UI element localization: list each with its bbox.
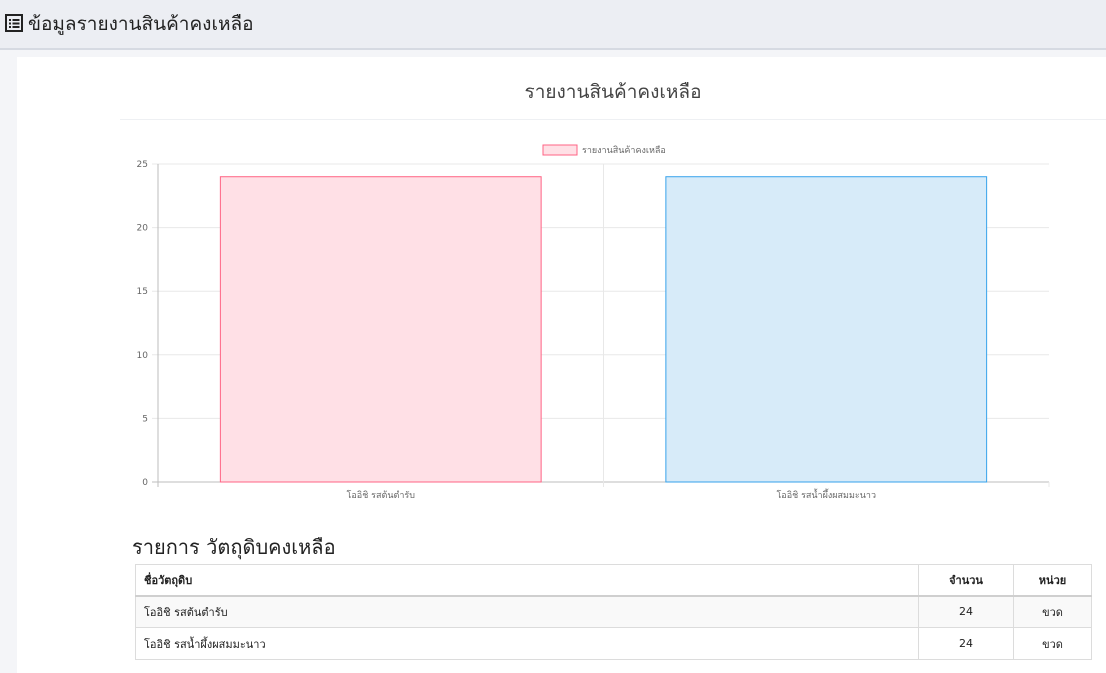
y-tick-label: 5 [142,414,148,424]
column-header-unit: หน่วย [1013,564,1092,597]
y-tick-label: 10 [137,351,149,361]
bar-chart: รายงานสินค้าคงเหลือ 0 5 10 15 20 25 โออิชิ รสต… [137,144,1050,501]
chart-legend[interactable]: รายงานสินค้าคงเหลือ [542,144,666,156]
cell-name: โออิชิ รสต้นตำรับ [135,595,919,628]
list-icon [5,14,23,32]
column-header-name: ชื่อวัตถุดิบ [135,564,919,597]
legend-label: รายงานสินค้าคงเหลือ [582,145,666,156]
legend-swatch [542,144,578,156]
report-panel: รายงานสินค้าคงเหลือ รายงานสินค้าคงเหลือ … [17,57,1106,673]
x-tick-label: โออิชิ รสต้นตำรับ [347,490,416,501]
y-tick-label: 15 [137,287,148,297]
cell-unit: ขวด [1013,595,1092,628]
cell-qty: 24 [918,627,1014,660]
bar[interactable] [219,176,542,483]
table-row: โออิชิ รสต้นตำรับ 24 ขวด [135,595,1092,628]
bar[interactable] [665,176,988,483]
page-title: ข้อมูลรายงานสินค้าคงเหลือ [28,13,254,35]
column-header-qty: จำนวน [918,564,1014,597]
cell-qty: 24 [918,595,1014,628]
table-row: โออิชิ รสน้ำผึ้งผสมมะนาว 24 ขวด [135,627,1092,660]
y-tick-label: 20 [137,224,149,234]
y-tick-label: 0 [142,478,148,488]
page-header: ข้อมูลรายงานสินค้าคงเหลือ [0,0,1106,50]
x-tick-label: โออิชิ รสน้ำผึ้งผสมมะนาว [776,488,876,501]
cell-name: โออิชิ รสน้ำผึ้งผสมมะนาว [135,627,919,660]
cell-unit: ขวด [1013,627,1092,660]
table-header-row: ชื่อวัตถุดิบ จำนวน หน่วย [135,564,1092,597]
section-title: รายการ วัตถุดิบคงเหลือ [132,535,336,559]
stock-table: ชื่อวัตถุดิบ จำนวน หน่วย โออิชิ รสต้นตำร… [135,564,1092,660]
y-tick-label: 25 [137,160,148,170]
